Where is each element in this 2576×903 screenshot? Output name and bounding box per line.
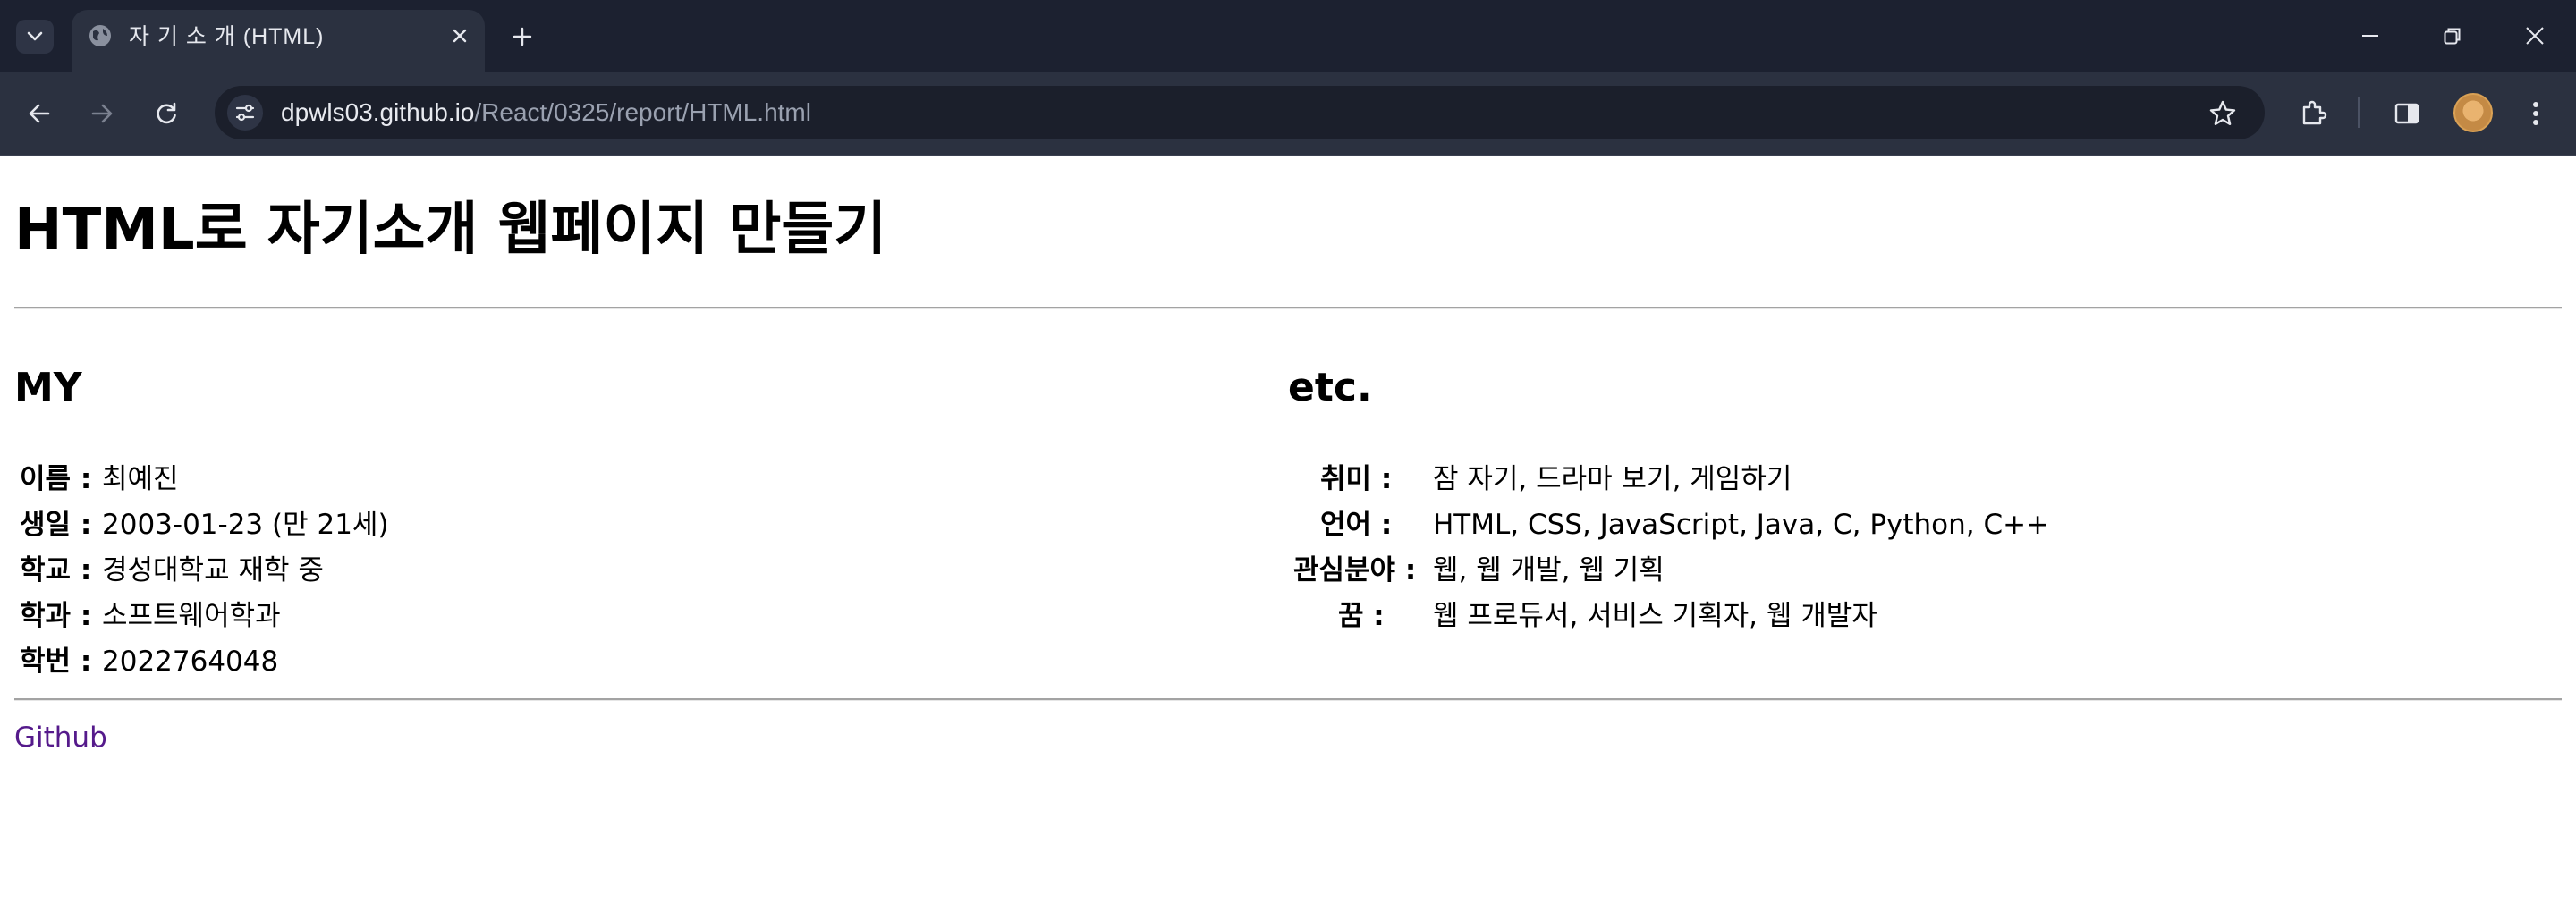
minimize-icon [2362,35,2378,37]
etc-row-hobby: 취미 : 잠 자기, 드라마 보기, 게임하기 [1288,460,2361,499]
forward-button[interactable] [81,93,123,134]
page-title: HTML로 자기소개 웹페이지 만들기 [14,197,887,263]
url-host: dpwls03.github.io [281,98,475,126]
my-row-birthday: 생일 : 2003-01-23 (만 21세) [14,505,640,544]
plus-icon [513,27,532,46]
my-label-major: 학과 : [20,600,92,632]
back-button[interactable] [19,93,60,134]
bookmark-button[interactable] [2202,93,2243,134]
close-window-icon [2526,27,2544,45]
etc-row-interest: 관심분야 : 웹, 웹 개발, 웹 기획 [1288,551,2361,590]
my-row-major: 학과 : 소프트웨어학과 [14,596,640,636]
tab-search-button[interactable] [16,20,54,54]
url-path: /React/0325/report/HTML.html [474,98,811,126]
globe-icon [88,23,113,48]
my-row-student-id: 학번 : 2022764048 [14,642,640,681]
etc-value-dream: 웹 프로듀서, 서비스 기획자, 웹 개발자 [1433,600,1877,632]
back-icon [29,104,50,123]
site-info-button[interactable] [227,95,263,131]
side-panel-icon [2394,103,2419,124]
toolbar-divider [2358,97,2360,128]
page-content: HTML로 자기소개 웹페이지 만들기 MY 이름 : 최예진 생일 : 200… [0,156,2576,903]
etc-label-hobby: 취미 : [1320,463,1393,495]
extensions-icon [2302,100,2327,125]
etc-value-hobby: 잠 자기, 드라마 보기, 게임하기 [1433,463,1792,495]
new-tab-button[interactable] [504,18,541,55]
my-row-name: 이름 : 최예진 [14,460,640,499]
my-row-school: 학교 : 경성대학교 재학 중 [14,551,640,590]
extensions-button[interactable] [2292,93,2334,134]
forward-icon [91,104,113,123]
etc-heading: etc. [1288,365,1372,410]
etc-label-language: 언어 : [1320,509,1393,541]
etc-row-dream: 꿈 : 웹 프로듀서, 서비스 기획자, 웹 개발자 [1288,596,2361,636]
avatar[interactable] [2453,93,2493,132]
etc-label-interest: 관심분야 : [1293,554,1417,587]
my-value-student-id: 2022764048 [102,646,279,678]
github-link[interactable]: Github [14,718,107,757]
etc-value-interest: 웹, 웹 개발, 웹 기획 [1433,554,1665,587]
tab-search-icon [27,31,43,41]
my-value-major: 소프트웨어학과 [102,600,281,632]
etc-row-language: 언어 : HTML, CSS, JavaScript, Java, C, Pyt… [1288,505,2361,544]
divider-top [14,307,2562,309]
url-text[interactable]: dpwls03.github.io/React/0325/report/HTML… [281,97,811,129]
etc-value-language: HTML, CSS, JavaScript, Java, C, Python, … [1433,509,2050,541]
my-value-birthday: 2003-01-23 (만 21세) [102,509,389,541]
menu-button[interactable] [2515,93,2556,134]
close-window-button[interactable] [2503,9,2567,63]
etc-label-dream: 꿈 : [1338,600,1385,632]
reload-icon [157,102,176,124]
my-label-school: 학교 : [20,554,92,587]
restore-button[interactable] [2420,9,2485,63]
my-value-school: 경성대학교 재학 중 [102,554,324,587]
minimize-button[interactable] [2338,9,2402,63]
my-label-name: 이름 : [20,463,92,495]
my-label-birthday: 생일 : [20,509,92,541]
reload-button[interactable] [146,93,187,134]
side-panel-button[interactable] [2386,93,2428,134]
my-value-name: 최예진 [102,463,179,495]
restore-icon [2444,28,2461,45]
my-heading: MY [14,365,82,410]
divider-bottom [14,698,2562,701]
site-info-icon [235,104,255,122]
tab-title: 자 기 소 개 (HTML) [129,24,325,49]
menu-icon [2533,102,2538,125]
my-label-student-id: 학번 : [20,646,92,678]
star-icon [2209,100,2236,125]
close-icon [453,29,467,43]
tab-close-button[interactable] [444,20,476,52]
